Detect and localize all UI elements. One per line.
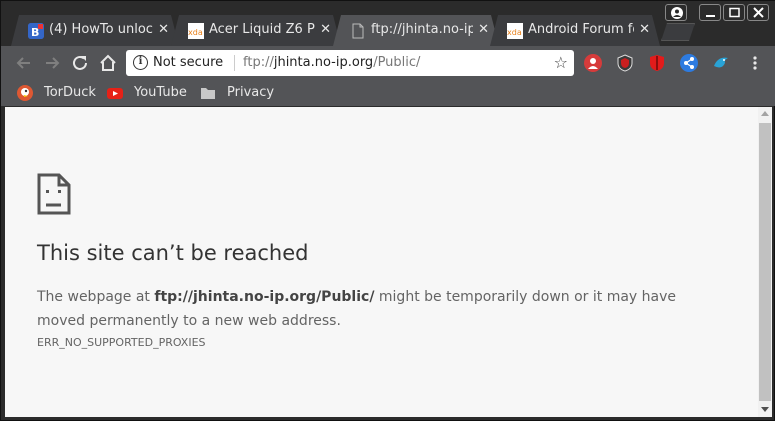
share-extension-icon[interactable] bbox=[680, 54, 698, 72]
user-icon bbox=[671, 7, 683, 19]
tab-acer[interactable]: xda Acer Liquid Z6 Plus ✕ bbox=[171, 15, 341, 46]
sad-page-icon bbox=[37, 173, 71, 219]
page-icon bbox=[350, 23, 366, 39]
tab-title: (4) HowTo unlock bbox=[49, 22, 153, 37]
bookmark-label: YouTube bbox=[134, 85, 187, 100]
tab-ftp[interactable]: ftp://jhinta.no-ip.org/Public/ ✕ bbox=[333, 15, 499, 46]
folder-icon bbox=[200, 85, 216, 101]
maximize-icon bbox=[729, 7, 740, 18]
scroll-down-arrow-icon[interactable] bbox=[761, 407, 769, 412]
xda-icon: xda bbox=[507, 23, 523, 39]
bookmark-star-icon[interactable]: ☆ bbox=[554, 53, 568, 72]
new-tab-button[interactable] bbox=[661, 23, 695, 41]
info-icon[interactable]: i bbox=[133, 55, 148, 70]
bookmark-youtube[interactable]: YouTube bbox=[107, 84, 197, 102]
tab-title: ftp://jhinta.no-ip.org/Public/ bbox=[371, 22, 473, 37]
bookmark-torduck[interactable]: TorDuck bbox=[17, 84, 107, 102]
url-host: jhinta.no-ip.org bbox=[273, 55, 374, 70]
close-window-button[interactable] bbox=[747, 4, 769, 21]
home-icon bbox=[100, 54, 116, 71]
back-button[interactable] bbox=[13, 52, 35, 74]
close-tab-icon[interactable]: ✕ bbox=[158, 22, 169, 37]
svg-text:xda: xda bbox=[188, 28, 203, 37]
bookmarks-bar: TorDuck YouTube Privacy bbox=[1, 80, 775, 106]
bookmark-folder-privacy[interactable]: Privacy bbox=[200, 84, 280, 102]
error-description: The webpage at ftp://jhinta.no-ip.org/Pu… bbox=[37, 285, 727, 333]
reload-icon bbox=[73, 55, 87, 70]
close-icon bbox=[753, 7, 764, 18]
bookmark-b-icon: B bbox=[28, 23, 44, 39]
minimize-button[interactable] bbox=[699, 4, 721, 21]
extension-red-person-icon[interactable] bbox=[584, 54, 602, 72]
shield-extension-icon[interactable] bbox=[616, 54, 634, 72]
youtube-icon bbox=[107, 85, 123, 101]
toolbar: i Not secure ftp://jhinta.no-ip.org/Publ… bbox=[1, 46, 775, 80]
tab-strip: B (4) HowTo unlock ✕ xda Acer Liquid Z6 … bbox=[1, 1, 775, 46]
tab-android-forum[interactable]: xda Android Forum for ✕ bbox=[490, 15, 660, 46]
forward-button[interactable] bbox=[41, 52, 63, 74]
vertical-scrollbar[interactable] bbox=[758, 107, 772, 417]
close-tab-icon[interactable]: ✕ bbox=[478, 22, 489, 37]
tab-title: Android Forum for bbox=[528, 22, 634, 37]
url-path: /Public/ bbox=[373, 55, 421, 70]
security-label[interactable]: Not secure bbox=[153, 55, 223, 70]
home-button[interactable] bbox=[97, 52, 119, 74]
blue-bird-extension-icon[interactable] bbox=[712, 54, 730, 72]
error-heading: This site can’t be reached bbox=[37, 241, 309, 265]
url-text[interactable]: ftp://jhinta.no-ip.org/Public/ bbox=[243, 55, 420, 70]
xda-icon: xda bbox=[188, 23, 204, 39]
back-arrow-icon bbox=[16, 57, 30, 69]
close-tab-icon[interactable]: ✕ bbox=[639, 22, 650, 37]
profile-button[interactable] bbox=[665, 4, 687, 21]
tab-title: Acer Liquid Z6 Plus bbox=[209, 22, 315, 37]
forward-arrow-icon bbox=[46, 57, 60, 69]
menu-dots-icon[interactable] bbox=[746, 54, 764, 72]
close-tab-icon[interactable]: ✕ bbox=[320, 22, 331, 37]
reload-button[interactable] bbox=[69, 52, 91, 74]
maximize-button[interactable] bbox=[723, 4, 745, 21]
address-bar[interactable]: i Not secure ftp://jhinta.no-ip.org/Publ… bbox=[126, 50, 574, 76]
error-code: ERR_NO_SUPPORTED_PROXIES bbox=[37, 336, 206, 349]
svg-text:xda: xda bbox=[507, 28, 522, 37]
error-page: This site can’t be reached The webpage a… bbox=[5, 107, 758, 417]
bookmark-label: TorDuck bbox=[44, 85, 96, 100]
red-shield-extension-icon[interactable] bbox=[648, 54, 666, 72]
omnibox-separator bbox=[234, 55, 235, 71]
desc-url: ftp://jhinta.no-ip.org/Public/ bbox=[154, 289, 375, 305]
scroll-thumb[interactable] bbox=[759, 123, 771, 401]
desc-prefix: The webpage at bbox=[37, 289, 155, 305]
bookmark-label: Privacy bbox=[227, 85, 275, 100]
url-scheme: ftp:// bbox=[243, 55, 274, 70]
browser-window: B (4) HowTo unlock ✕ xda Acer Liquid Z6 … bbox=[0, 0, 775, 421]
tab-howto[interactable]: B (4) HowTo unlock ✕ bbox=[11, 15, 179, 46]
duck-icon bbox=[17, 85, 33, 101]
scroll-up-arrow-icon[interactable] bbox=[761, 111, 769, 116]
minimize-icon bbox=[706, 15, 715, 17]
